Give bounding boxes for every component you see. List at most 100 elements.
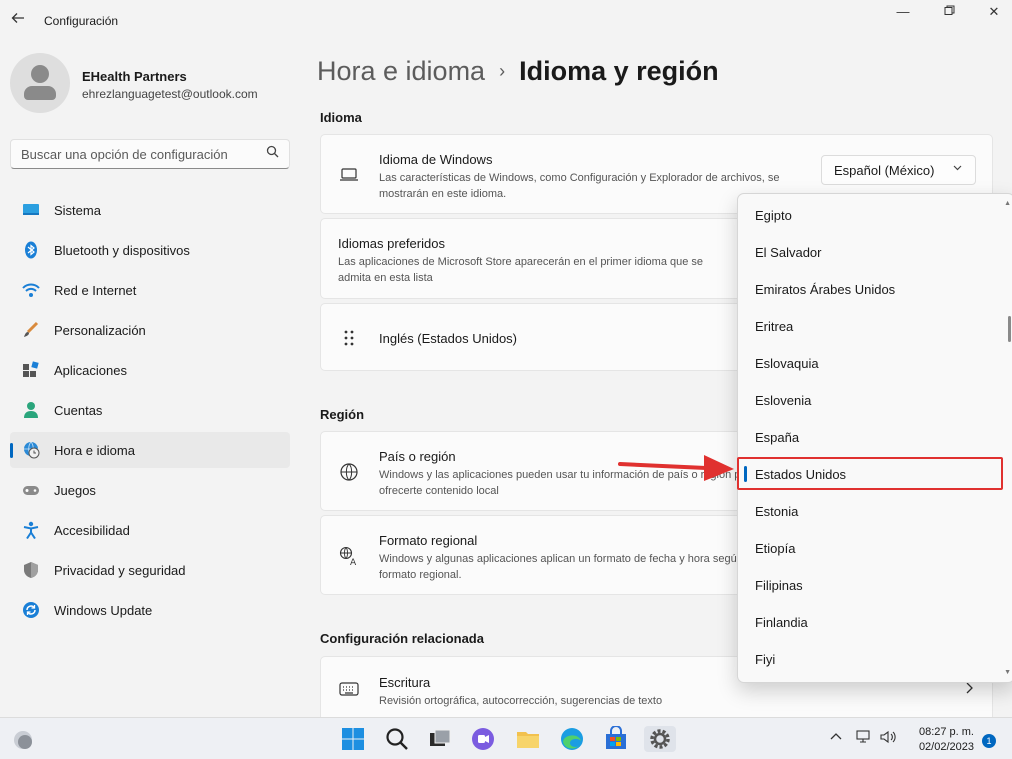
weather-icon[interactable] — [10, 726, 36, 752]
edge-icon[interactable] — [559, 726, 585, 752]
svg-text:A: A — [350, 558, 357, 566]
search-icon[interactable] — [384, 726, 410, 752]
sidebar-item-juegos[interactable]: Juegos — [10, 472, 290, 508]
sidebar-item-label: Personalización — [54, 323, 146, 338]
sidebar-item-label: Red e Internet — [54, 283, 137, 298]
sidebar-item-windows-update[interactable]: Windows Update — [10, 592, 290, 628]
dropdown-scrollbar[interactable] — [1008, 316, 1011, 342]
volume-icon[interactable] — [880, 730, 898, 747]
dropdown-option[interactable]: El Salvador — [742, 235, 1006, 269]
sidebar-item-cuentas[interactable]: Cuentas — [10, 392, 290, 428]
task-view-icon[interactable] — [427, 726, 453, 752]
card-description: Las aplicaciones de Microsoft Store apar… — [338, 256, 704, 284]
title-bar: Configuración — ✕ — [0, 0, 1012, 40]
sidebar-item-label: Bluetooth y dispositivos — [54, 243, 190, 258]
keyboard-icon — [339, 681, 359, 701]
card-title: Escritura — [379, 675, 431, 690]
annotation-arrow — [618, 455, 734, 481]
dropdown-option[interactable]: España — [742, 420, 1006, 454]
search-placeholder: Buscar una opción de configuración — [21, 147, 228, 162]
dropdown-option-selected[interactable]: Estados Unidos — [742, 457, 1006, 491]
wifi-icon — [22, 281, 40, 299]
breadcrumb-separator: › — [499, 61, 506, 81]
sidebar-item-label: Cuentas — [54, 403, 103, 418]
sidebar-item-label: Accesibilidad — [54, 523, 130, 538]
taskbar: 08:27 p. m. 02/02/2023 1 — [0, 717, 1012, 759]
select-value: Español (México) — [834, 163, 935, 178]
sidebar-item-personalizacion[interactable]: Personalización — [10, 312, 290, 348]
section-title-region: Región — [320, 407, 365, 422]
accessibility-icon — [22, 521, 40, 540]
search-input[interactable]: Buscar una opción de configuración — [10, 139, 290, 169]
card-title: País o región — [379, 449, 456, 464]
clock-time: 08:27 p. m. — [918, 726, 974, 738]
dropdown-option[interactable]: Egipto — [742, 198, 1006, 232]
language-format-icon: A — [339, 546, 359, 568]
clock-date: 02/02/2023 — [918, 741, 974, 753]
back-arrow-icon[interactable] — [10, 10, 28, 28]
sidebar-item-privacidad[interactable]: Privacidad y seguridad — [10, 552, 290, 588]
store-icon[interactable] — [603, 725, 629, 752]
notification-badge[interactable]: 1 — [982, 734, 996, 748]
windows-language-select[interactable]: Español (México) — [821, 155, 976, 185]
search-icon[interactable] — [266, 145, 279, 161]
section-title-related: Configuración relacionada — [320, 631, 484, 646]
drag-handle-icon[interactable] — [339, 328, 359, 348]
sidebar-item-label: Juegos — [54, 483, 96, 498]
chevron-down-icon — [952, 162, 963, 176]
dropdown-option[interactable]: Finlandia — [742, 605, 1006, 639]
apps-icon — [22, 361, 40, 379]
card-title: Idioma de Windows — [379, 152, 493, 167]
close-button[interactable]: ✕ — [979, 4, 1009, 22]
file-explorer-icon[interactable] — [515, 726, 541, 752]
maximize-button[interactable] — [934, 4, 964, 22]
laptop-icon — [339, 167, 359, 187]
profile-email: ehrezlanguagetest@outlook.com — [82, 87, 258, 101]
breadcrumb-parent[interactable]: Hora e idioma — [317, 56, 485, 86]
avatar — [10, 53, 70, 113]
section-title-idioma: Idioma — [320, 110, 362, 125]
bluetooth-icon — [22, 241, 40, 259]
country-dropdown[interactable]: ▲ ▼ Egipto El Salvador Emiratos Árabes U… — [737, 193, 1012, 683]
sidebar-item-label: Privacidad y seguridad — [54, 563, 186, 578]
dropdown-option[interactable]: Eslovaquia — [742, 346, 1006, 380]
sidebar-item-red[interactable]: Red e Internet — [10, 272, 290, 308]
language-label: Inglés (Estados Unidos) — [379, 331, 518, 346]
dropdown-option[interactable]: Eritrea — [742, 309, 1006, 343]
dropdown-option[interactable]: Eslovenia — [742, 383, 1006, 417]
chevron-up-icon[interactable] — [829, 730, 843, 745]
sidebar-item-bluetooth[interactable]: Bluetooth y dispositivos — [10, 232, 290, 268]
chevron-right-icon[interactable] — [964, 681, 974, 699]
gamepad-icon — [22, 481, 40, 499]
clock[interactable]: 08:27 p. m. 02/02/2023 — [919, 725, 974, 755]
card-title: Idiomas preferidos — [338, 236, 445, 251]
sidebar-item-hora-idioma[interactable]: Hora e idioma — [10, 432, 290, 468]
sidebar-item-aplicaciones[interactable]: Aplicaciones — [10, 352, 290, 388]
profile-name: EHealth Partners — [82, 69, 187, 84]
minimize-button[interactable]: — — [888, 4, 918, 22]
sidebar-item-sistema[interactable]: Sistema — [10, 192, 290, 228]
page-title: Idioma y región — [519, 56, 719, 86]
dropdown-option[interactable]: Emiratos Árabes Unidos — [742, 272, 1006, 306]
monitor-icon — [22, 201, 40, 219]
dropdown-option[interactable]: Estonia — [742, 494, 1006, 528]
card-description: Revisión ortográfica, autocorrección, su… — [379, 695, 663, 707]
sidebar-item-accesibilidad[interactable]: Accesibilidad — [10, 512, 290, 548]
dropdown-option[interactable]: Etiopía — [742, 531, 1006, 565]
dropdown-option[interactable]: Fiyi — [742, 642, 1006, 676]
network-icon[interactable] — [856, 730, 872, 747]
shield-icon — [22, 561, 40, 579]
brush-icon — [22, 321, 40, 339]
breadcrumb: Hora e idioma › Idioma y región — [317, 56, 719, 87]
dropdown-option[interactable]: Filipinas — [742, 568, 1006, 602]
sidebar-item-label: Hora e idioma — [54, 443, 135, 458]
app-title: Configuración — [44, 14, 119, 28]
start-icon[interactable] — [340, 726, 366, 752]
sidebar-item-label: Aplicaciones — [54, 363, 127, 378]
person-icon — [22, 401, 40, 419]
sidebar-item-label: Sistema — [54, 203, 101, 218]
card-title: Formato regional — [379, 533, 478, 548]
chat-icon[interactable] — [470, 726, 496, 752]
card-description: Windows y algunas aplicaciones aplican u… — [379, 553, 758, 581]
settings-gear-icon[interactable] — [644, 726, 676, 752]
